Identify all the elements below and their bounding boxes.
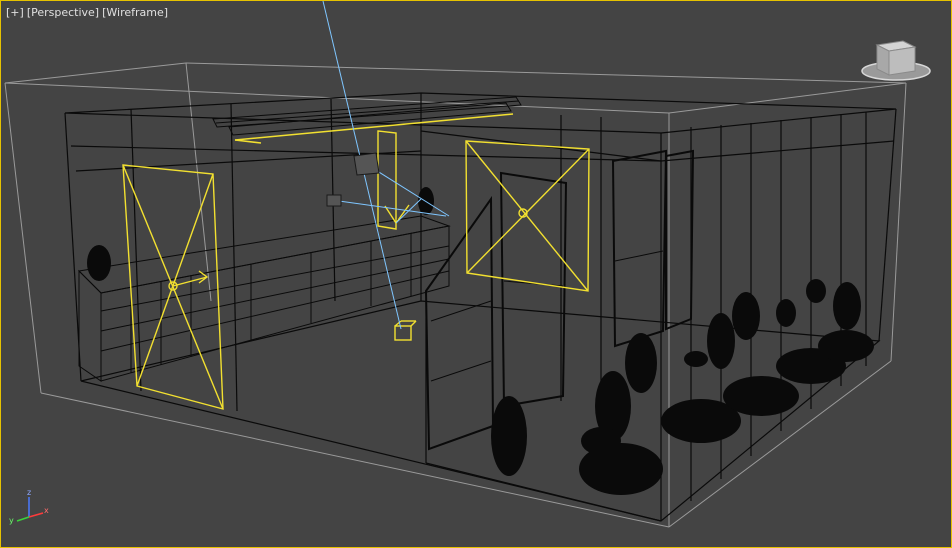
viewport-label-menu: [+] [Perspective] [Wireframe] — [6, 6, 168, 19]
ceiling-light-fixture — [212, 96, 522, 144]
light-target-lines — [322, 1, 450, 330]
scene-wireframe[interactable] — [1, 1, 951, 547]
viewcube[interactable] — [859, 37, 933, 87]
y-axis-line — [16, 516, 30, 522]
room-structure-wireframe — [64, 92, 897, 522]
viewport-plus-menu[interactable]: [+] — [6, 6, 24, 19]
x-axis-line — [28, 512, 44, 518]
selected-objects[interactable] — [122, 130, 590, 410]
perspective-viewport[interactable]: [+] [Perspective] [Wireframe] z x y — [0, 0, 952, 548]
viewport-view-menu[interactable]: [Perspective] — [27, 6, 99, 19]
z-axis-label: z — [27, 488, 31, 497]
y-axis-label: y — [9, 516, 14, 525]
viewport-shading-menu[interactable]: [Wireframe] — [102, 6, 168, 19]
sink-objects — [87, 187, 434, 281]
axis-tripod-gizmo: z x y — [9, 488, 49, 525]
scene-bounding-box — [4, 62, 907, 528]
light-helper-icons[interactable] — [326, 152, 380, 207]
toilet-fixtures — [491, 279, 874, 495]
viewcube-front-face[interactable] — [888, 46, 916, 76]
x-axis-label: x — [44, 506, 49, 515]
